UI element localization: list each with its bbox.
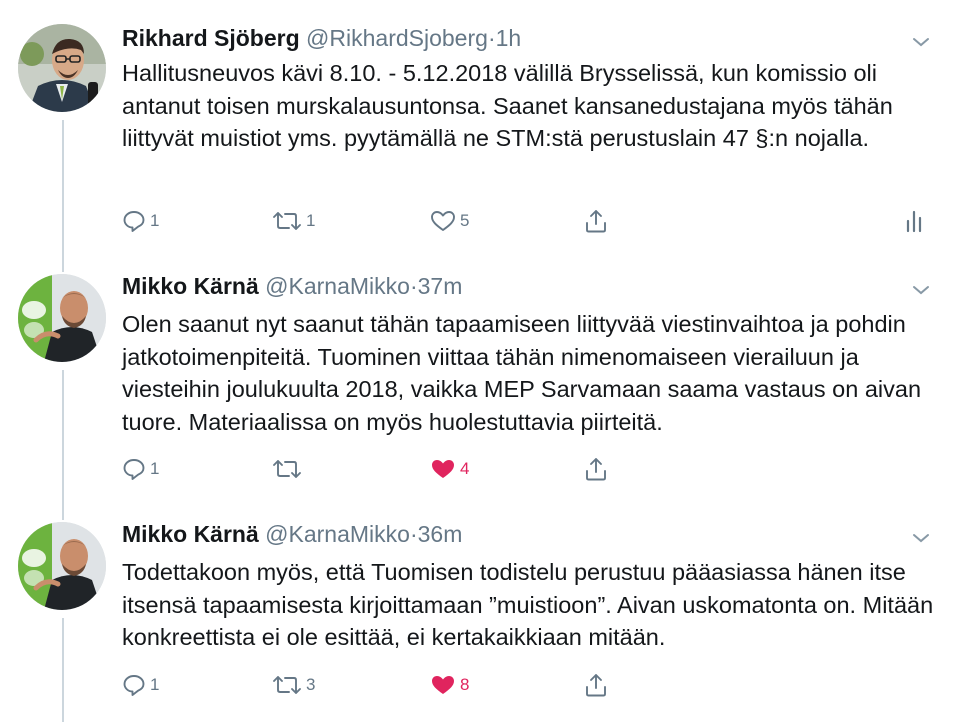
tweet-header: Mikko Kärnä @KarnaMikko·37m: [122, 272, 462, 300]
reply-button[interactable]: 1: [122, 670, 159, 700]
avatar[interactable]: [18, 24, 106, 112]
timestamp[interactable]: 37m: [418, 273, 463, 299]
chevron-down-icon[interactable]: [910, 282, 932, 298]
share-button[interactable]: [584, 454, 608, 484]
like-count: 4: [460, 459, 470, 478]
heart-icon: [430, 458, 456, 480]
author-name[interactable]: Rikhard Sjöberg: [122, 25, 300, 51]
author-name[interactable]: Mikko Kärnä: [122, 521, 259, 547]
share-button[interactable]: [584, 670, 608, 700]
like-count: 8: [460, 675, 470, 694]
retweet-button[interactable]: 1: [272, 206, 315, 236]
tweet-actions: 1 1 5: [122, 206, 942, 236]
heart-icon: [430, 674, 456, 696]
like-button[interactable]: 8: [430, 670, 469, 700]
tweet-header: Rikhard Sjöberg @RikhardSjoberg·1h: [122, 24, 521, 52]
retweet-count: 1: [306, 211, 316, 230]
reply-count: 1: [150, 211, 160, 230]
reply-button[interactable]: 1: [122, 454, 159, 484]
tweet[interactable]: Rikhard Sjöberg @RikhardSjoberg·1h Halli…: [0, 0, 960, 262]
separator: ·: [409, 273, 418, 299]
retweet-button[interactable]: 3: [272, 670, 315, 700]
separator: ·: [487, 25, 496, 51]
author-name[interactable]: Mikko Kärnä: [122, 273, 259, 299]
reply-icon: [122, 458, 146, 480]
avatar[interactable]: [18, 522, 106, 610]
reply-icon: [122, 210, 146, 232]
share-icon: [584, 672, 608, 698]
share-icon: [584, 456, 608, 482]
tweet[interactable]: Mikko Kärnä @KarnaMikko·36m Todettakoon …: [0, 510, 960, 722]
avatar[interactable]: [18, 274, 106, 362]
reply-count: 1: [150, 675, 160, 694]
analytics-icon: [904, 209, 924, 233]
tweet[interactable]: Mikko Kärnä @KarnaMikko·37m Olen saanut …: [0, 262, 960, 510]
chevron-down-icon[interactable]: [910, 530, 932, 546]
tweet-text: Hallitusneuvos kävi 8.10. - 5.12.2018 vä…: [122, 60, 893, 151]
chevron-down-icon[interactable]: [910, 34, 932, 50]
tweet-actions: 1 4: [122, 454, 942, 484]
analytics-button[interactable]: [904, 206, 924, 236]
retweet-count: 3: [306, 675, 316, 694]
retweet-icon: [272, 210, 302, 232]
heart-icon: [430, 210, 456, 232]
reply-icon: [122, 674, 146, 696]
author-handle[interactable]: @KarnaMikko: [265, 273, 410, 299]
like-button[interactable]: 5: [430, 206, 469, 236]
reply-button[interactable]: 1: [122, 206, 159, 236]
tweet-header: Mikko Kärnä @KarnaMikko·36m: [122, 520, 462, 548]
reply-count: 1: [150, 459, 160, 478]
author-handle[interactable]: @KarnaMikko: [265, 521, 410, 547]
timestamp[interactable]: 1h: [496, 25, 522, 51]
separator: ·: [409, 521, 418, 547]
timestamp[interactable]: 36m: [418, 521, 463, 547]
tweet-text: Todettakoon myös, että Tuomisen todistel…: [122, 559, 934, 650]
share-button[interactable]: [584, 206, 608, 236]
retweet-button[interactable]: [272, 454, 306, 484]
like-count: 5: [460, 211, 470, 230]
retweet-icon: [272, 674, 302, 696]
tweet-actions: 1 3 8: [122, 670, 942, 700]
author-handle[interactable]: @RikhardSjoberg: [306, 25, 488, 51]
tweet-text: Olen saanut nyt saanut tähän tapaamiseen…: [122, 311, 922, 435]
like-button[interactable]: 4: [430, 454, 469, 484]
share-icon: [584, 208, 608, 234]
retweet-icon: [272, 458, 302, 480]
